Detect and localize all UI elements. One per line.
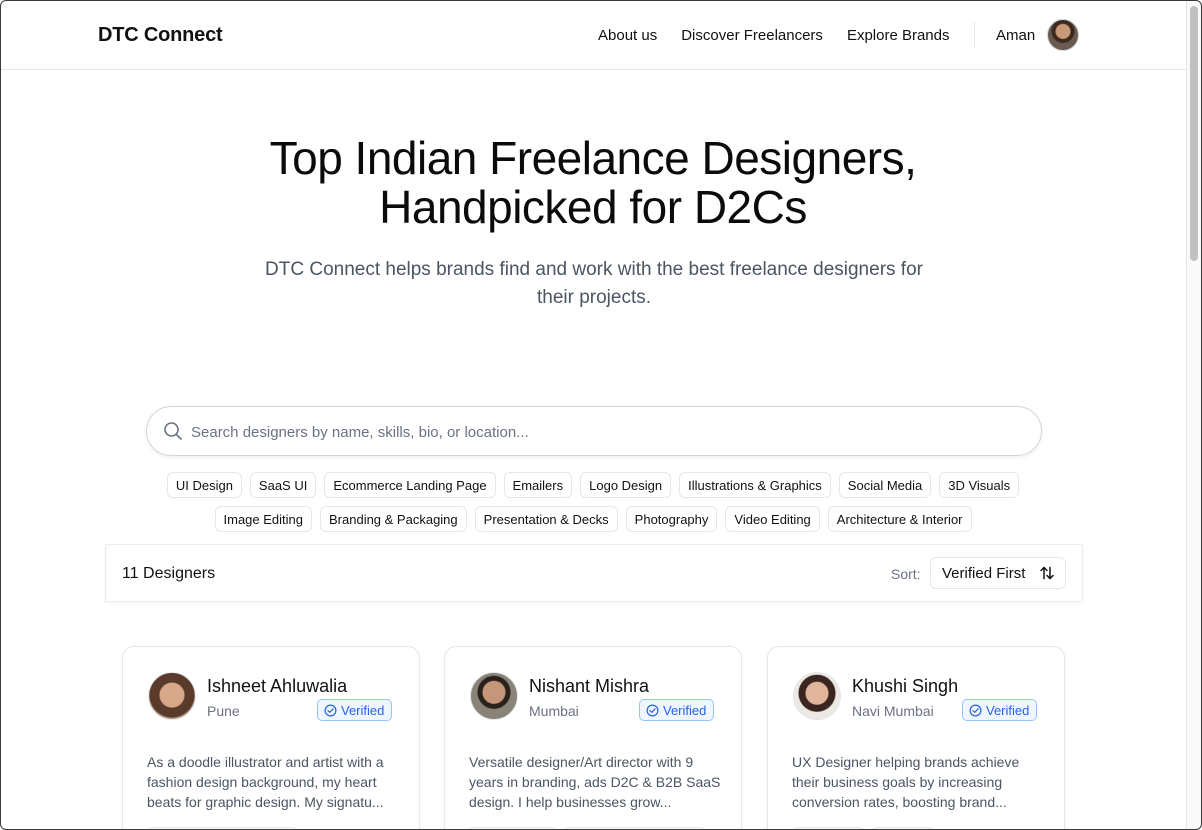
- filter-tag[interactable]: UI Design: [166, 472, 242, 498]
- filter-tag[interactable]: Illustrations & Graphics: [679, 472, 831, 498]
- sort-arrows-icon: [1040, 566, 1054, 580]
- filter-tag[interactable]: Architecture & Interior: [827, 506, 972, 532]
- main-nav: About us Discover Freelancers Explore Br…: [598, 27, 950, 44]
- check-circle-icon: [969, 704, 982, 716]
- designer-avatar: [793, 672, 841, 720]
- designer-name[interactable]: Ishneet Ahluwalia: [207, 676, 347, 697]
- filter-tag[interactable]: SaaS UI: [249, 472, 317, 498]
- verified-label: Verified: [986, 702, 1030, 718]
- designer-bio: As a doodle illustrator and artist with …: [147, 754, 384, 810]
- search-input[interactable]: [191, 417, 1021, 447]
- designer-avatar: [148, 672, 196, 720]
- filter-tag[interactable]: Image Editing: [214, 506, 312, 532]
- designer-name[interactable]: Nishant Mishra: [529, 676, 649, 697]
- filter-tag[interactable]: Video Editing: [725, 506, 820, 532]
- filter-tag[interactable]: 3D Visuals: [939, 472, 1020, 498]
- verified-badge: Verified: [639, 699, 715, 721]
- page: DTC Connect About us Discover Freelancer…: [0, 0, 1186, 830]
- brand-logo[interactable]: DTC Connect: [98, 24, 223, 47]
- search-bar[interactable]: [146, 406, 1042, 456]
- scrollbar-thumb[interactable]: [1190, 6, 1198, 261]
- top-navbar: DTC Connect About us Discover Freelancer…: [0, 0, 1186, 70]
- designer-card[interactable]: Nishant Mishra Mumbai Verified Versatile…: [444, 646, 742, 830]
- results-toolbar: 11 Designers Sort: Verified First: [105, 544, 1083, 602]
- verified-label: Verified: [341, 702, 385, 718]
- filter-tag[interactable]: Ecommerce Landing Page: [324, 472, 496, 498]
- designer-card[interactable]: Khushi Singh Navi Mumbai Verified UX Des…: [767, 646, 1065, 830]
- designer-avatar: [470, 672, 518, 720]
- user-name: Aman: [996, 26, 1036, 44]
- nav-discover-freelancers[interactable]: Discover Freelancers: [681, 27, 823, 44]
- designer-location: Pune: [207, 703, 240, 719]
- verified-label: Verified: [663, 702, 707, 718]
- designer-bio: Versatile designer/Art director with 9 y…: [469, 754, 721, 810]
- page-scrollbar[interactable]: [1186, 0, 1202, 830]
- hero-title-line-2: Handpicked for D2Cs: [379, 181, 807, 233]
- designer-bio: UX Designer helping brands achieve their…: [792, 754, 1020, 810]
- filter-tag[interactable]: Emailers: [503, 472, 573, 498]
- filter-tag[interactable]: Presentation & Decks: [474, 506, 618, 532]
- filter-tag[interactable]: Logo Design: [580, 472, 672, 498]
- filter-tag[interactable]: Social Media: [838, 472, 932, 498]
- designer-name[interactable]: Khushi Singh: [852, 676, 958, 697]
- nav-divider: [974, 22, 975, 48]
- user-menu[interactable]: Aman: [996, 19, 1080, 51]
- verified-badge: Verified: [962, 699, 1038, 721]
- user-avatar[interactable]: [1047, 19, 1080, 51]
- filter-tag[interactable]: Branding & Packaging: [320, 506, 467, 532]
- check-circle-icon: [324, 704, 337, 716]
- designer-location: Mumbai: [529, 703, 579, 719]
- skill-filter-row-1: UI Design SaaS UI Ecommerce Landing Page…: [0, 472, 1186, 498]
- skill-filter-row-2: Image Editing Branding & Packaging Prese…: [0, 506, 1186, 532]
- filter-tag[interactable]: Photography: [625, 506, 718, 532]
- designer-card[interactable]: Ishneet Ahluwalia Pune Verified As a doo…: [122, 646, 420, 830]
- designer-location: Navi Mumbai: [852, 703, 934, 719]
- hero-subtitle: DTC Connect helps brands find and work w…: [265, 259, 923, 308]
- hero-title-line-1: Top Indian Freelance Designers,: [269, 132, 917, 184]
- nav-about-us[interactable]: About us: [598, 27, 657, 44]
- hero-title: Top Indian Freelance Designers, Handpick…: [0, 134, 1186, 232]
- sort-dropdown[interactable]: Verified First: [930, 557, 1066, 589]
- sort-value: Verified First: [942, 564, 1026, 582]
- verified-badge: Verified: [317, 699, 393, 721]
- sort-label: Sort:: [891, 566, 921, 582]
- nav-explore-brands[interactable]: Explore Brands: [847, 27, 950, 44]
- results-count: 11 Designers: [122, 565, 216, 582]
- check-circle-icon: [646, 704, 659, 716]
- search-icon: [164, 422, 182, 440]
